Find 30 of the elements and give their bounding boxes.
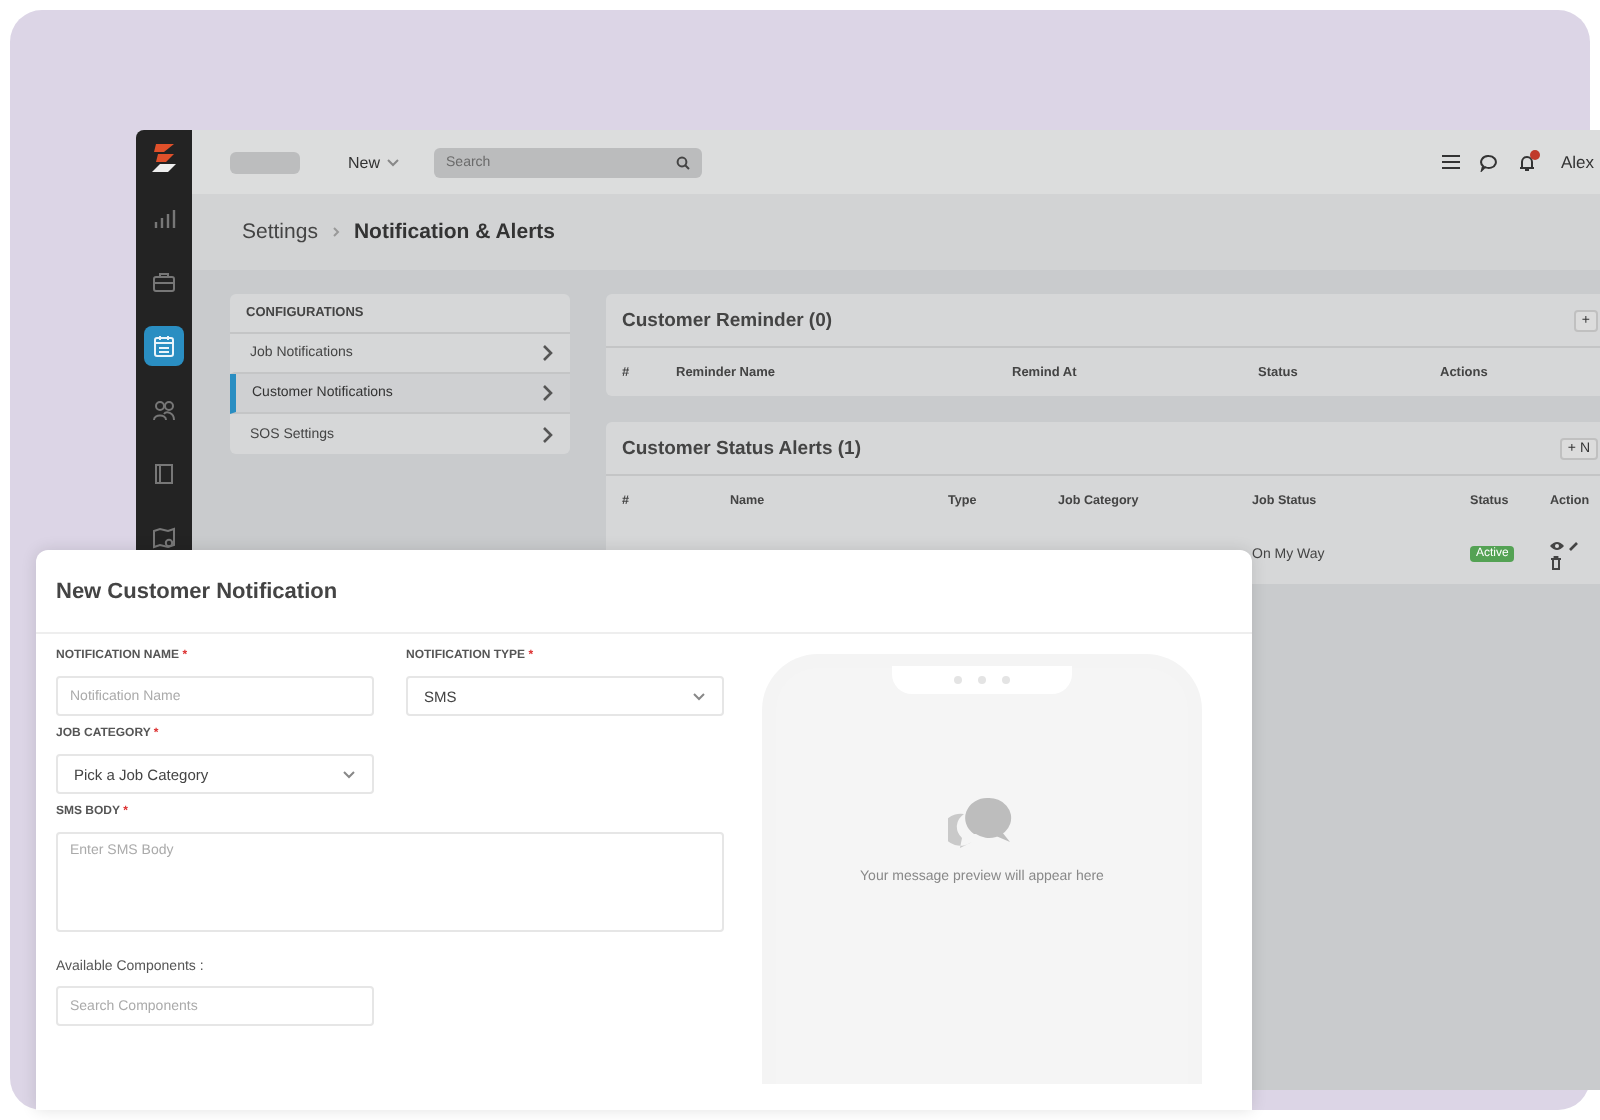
caret-icon xyxy=(386,157,401,167)
table-title: Customer Reminder (0) xyxy=(622,309,833,331)
chevron-right-icon xyxy=(331,226,340,238)
caret-icon xyxy=(692,691,706,701)
chat-icon[interactable] xyxy=(1480,153,1499,171)
map-icon[interactable] xyxy=(152,526,176,550)
page-title: Notification & Alerts xyxy=(353,220,555,244)
new-menu[interactable]: New xyxy=(348,153,401,171)
eye-icon[interactable] xyxy=(1550,539,1564,551)
trash-icon[interactable] xyxy=(1550,555,1562,569)
people-icon[interactable] xyxy=(152,398,176,422)
briefcase-icon[interactable] xyxy=(152,270,176,294)
chevron-right-icon xyxy=(542,384,554,402)
chevron-right-icon xyxy=(542,344,554,362)
user-name[interactable]: Alex xyxy=(1560,152,1594,172)
nav-item[interactable] xyxy=(144,326,184,366)
bell-icon[interactable] xyxy=(1518,153,1537,171)
bar-chart-icon[interactable] xyxy=(152,206,176,230)
modal-title: New Customer Notification xyxy=(56,579,338,603)
caret-icon xyxy=(342,769,356,779)
logo-icon xyxy=(150,142,178,174)
search-icon xyxy=(676,155,691,169)
logo-placeholder xyxy=(230,151,300,173)
menu-icon[interactable] xyxy=(1442,154,1461,170)
chat-bubbles-icon xyxy=(948,794,1016,854)
pencil-icon[interactable] xyxy=(1568,539,1580,551)
chevron-right-icon xyxy=(542,425,554,443)
breadcrumb-link[interactable]: Settings xyxy=(242,220,318,244)
book-icon[interactable] xyxy=(152,462,176,486)
table-title: Customer Status Alerts (1) xyxy=(622,437,861,459)
